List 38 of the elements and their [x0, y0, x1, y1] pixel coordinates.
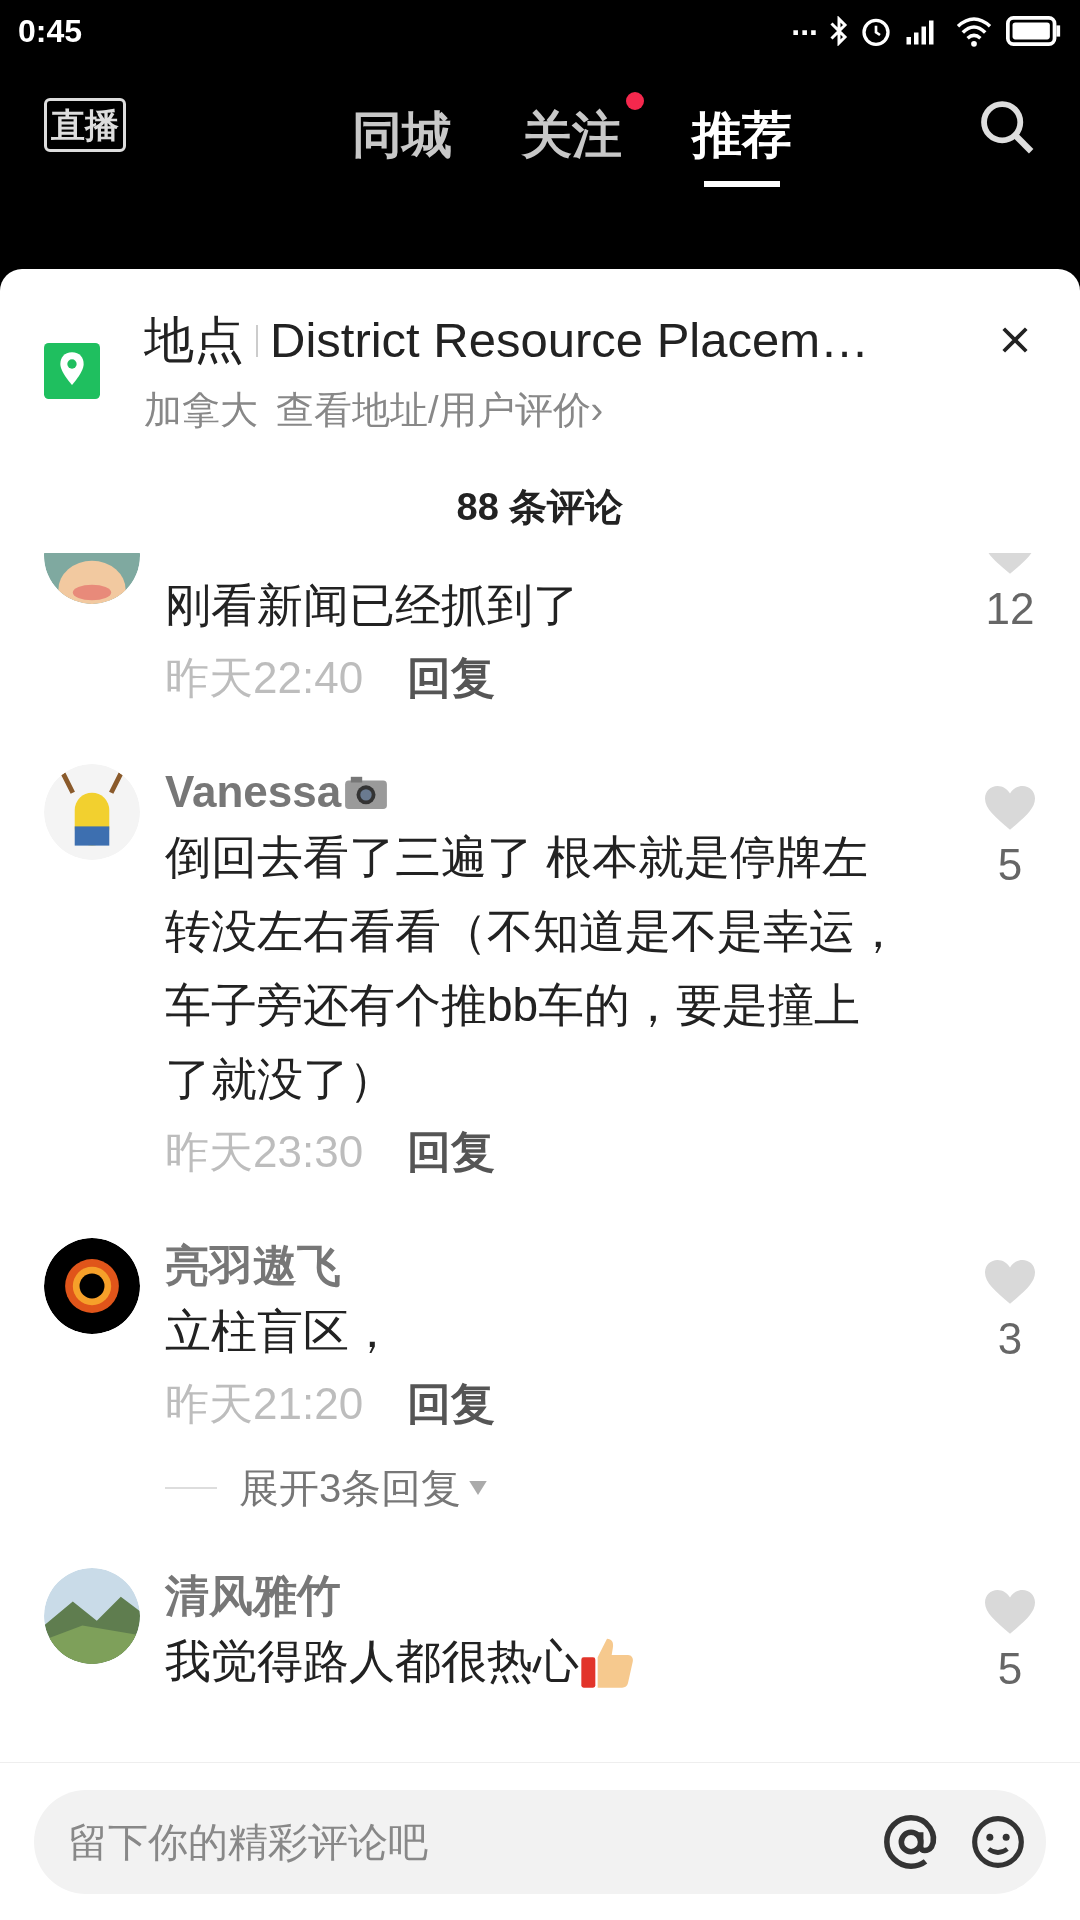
username[interactable]: 清风雅竹: [165, 1563, 341, 1629]
wifi-icon: [954, 15, 994, 47]
nav-tab[interactable]: 推荐: [670, 92, 814, 187]
nav-tab[interactable]: 关注: [500, 92, 644, 187]
comment-field[interactable]: 留下你的精彩评论吧: [34, 1789, 1046, 1894]
comment-time: 昨天23:30: [165, 1126, 364, 1178]
like-count: 5: [997, 1643, 1023, 1695]
bluetooth-icon: [830, 16, 848, 46]
comment-time: 昨天22:40: [165, 652, 364, 704]
more-indicator: ...: [791, 8, 818, 40]
close-icon[interactable]: [1000, 325, 1030, 355]
username[interactable]: 亮羽遨飞: [165, 1233, 341, 1299]
reply-button[interactable]: 回复: [407, 1119, 496, 1185]
comment-text: 刚看新闻已经抓到了: [165, 578, 579, 633]
address-link[interactable]: 查看地址/用户评价›: [276, 382, 604, 439]
live-button[interactable]: 直播: [44, 98, 126, 152]
comment-count: 88 条评论: [456, 485, 624, 530]
like-count: 12: [985, 583, 1035, 635]
nav-tab[interactable]: 同城: [330, 92, 474, 187]
location-country: 加拿大: [144, 388, 258, 433]
location-label: 地点: [144, 311, 244, 370]
location-name[interactable]: District Resource Placem…: [270, 303, 870, 378]
emoji-icon[interactable]: [970, 1813, 1026, 1870]
reply-button[interactable]: 回复: [407, 645, 496, 711]
like-count: 3: [997, 1313, 1023, 1365]
comment-text: 我觉得路人都很热心: [165, 1634, 579, 1689]
comment-time: 昨天21:20: [165, 1378, 364, 1430]
battery-icon: [1006, 16, 1062, 46]
status-time: 0:45: [18, 12, 83, 51]
search-icon[interactable]: [978, 98, 1036, 156]
location-pin-icon: [44, 343, 100, 399]
caret-icon: [469, 1481, 488, 1495]
username[interactable]: Vanessa: [165, 759, 342, 825]
expand-replies-button[interactable]: 展开3条回复: [239, 1458, 462, 1518]
comment-text: 倒回去看了三遍了 根本就是停牌左转没左右看看（不知道是不是幸运，车子旁还有个推bb车的，要是撞上了就没了）: [165, 830, 902, 1107]
like-count: 5: [997, 839, 1023, 891]
comment-text: 立柱盲区，: [165, 1304, 395, 1359]
reply-button[interactable]: 回复: [407, 1371, 496, 1437]
